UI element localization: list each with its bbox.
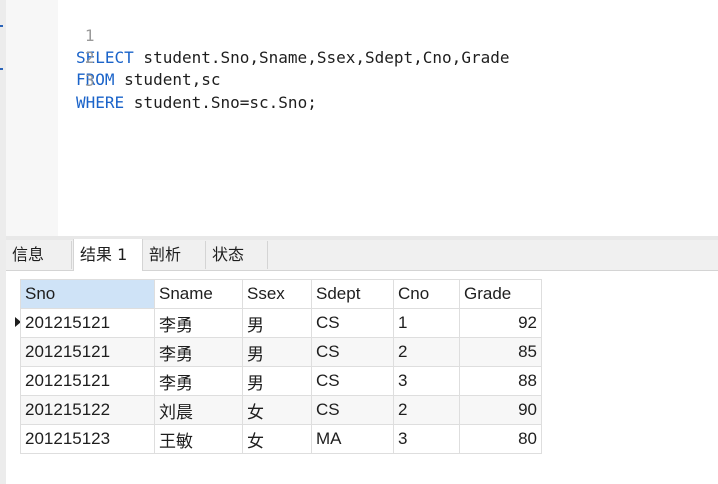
table-row[interactable]: 201215121 李勇 男 CS 1 92 [20, 308, 542, 338]
edge-marker [0, 68, 3, 70]
table-row[interactable]: 201215122 刘晨 女 CS 2 90 [20, 395, 542, 425]
column-header-grade[interactable]: Grade [459, 279, 542, 309]
tab-profile[interactable]: 剖析 [143, 241, 206, 269]
code-text[interactable]: WHERE student.Sno=sc.Sno; [76, 92, 317, 114]
cell-sname[interactable]: 李勇 [154, 366, 243, 396]
column-header-sdept[interactable]: Sdept [311, 279, 394, 309]
cell-sdept[interactable]: CS [311, 337, 394, 367]
cell-sno[interactable]: 201215121 [20, 337, 155, 367]
column-header-sno[interactable]: Sno [20, 279, 155, 309]
code-text[interactable]: FROM student,sc [76, 69, 221, 91]
sql-editor[interactable]: 1 SELECT student.Sno,Sname,Ssex,Sdept,Cn… [6, 0, 718, 236]
cell-sdept[interactable]: CS [311, 366, 394, 396]
cell-sdept[interactable]: CS [311, 395, 394, 425]
cell-sname[interactable]: 王敏 [154, 424, 243, 454]
cell-sdept[interactable]: CS [311, 308, 394, 338]
tab-info[interactable]: 信息 [6, 241, 72, 269]
cell-grade[interactable]: 88 [459, 366, 542, 396]
cell-cno[interactable]: 2 [393, 395, 460, 425]
sql-keyword: WHERE [76, 93, 125, 112]
table-row[interactable]: 201215121 李勇 男 CS 2 85 [20, 337, 542, 367]
tab-status[interactable]: 状态 [206, 241, 268, 269]
cell-sname[interactable]: 李勇 [154, 337, 243, 367]
table-row[interactable]: 201215121 李勇 男 CS 3 88 [20, 366, 542, 396]
code-line[interactable]: 1 SELECT student.Sno,Sname,Ssex,Sdept,Cn… [6, 3, 509, 67]
cell-ssex[interactable]: 女 [242, 395, 312, 425]
column-header-cno[interactable]: Cno [393, 279, 460, 309]
result-tab-bar: 信息 结果 1 剖析 状态 [6, 239, 718, 271]
cell-ssex[interactable]: 男 [242, 308, 312, 338]
cell-cno[interactable]: 3 [393, 366, 460, 396]
cell-sname[interactable]: 刘晨 [154, 395, 243, 425]
cell-sno[interactable]: 201215121 [20, 308, 155, 338]
cell-ssex[interactable]: 女 [242, 424, 312, 454]
cell-cno[interactable]: 2 [393, 337, 460, 367]
cell-cno[interactable]: 3 [393, 424, 460, 454]
cell-ssex[interactable]: 男 [242, 366, 312, 396]
cell-sno[interactable]: 201215123 [20, 424, 155, 454]
tab-result-1[interactable]: 结果 1 [73, 239, 143, 271]
cell-grade[interactable]: 80 [459, 424, 542, 454]
result-grid-panel: Sno Sname Ssex Sdept Cno Grade 201215121… [6, 271, 718, 484]
cell-sno[interactable]: 201215121 [20, 366, 155, 396]
cell-grade[interactable]: 92 [459, 308, 542, 338]
code-line[interactable]: 2 FROM student,sc [6, 25, 221, 89]
cell-sdept[interactable]: MA [311, 424, 394, 454]
sql-text: student,sc [114, 70, 221, 89]
cell-grade[interactable]: 85 [459, 337, 542, 367]
cell-ssex[interactable]: 男 [242, 337, 312, 367]
cell-grade[interactable]: 90 [459, 395, 542, 425]
code-line[interactable]: 3 WHERE student.Sno=sc.Sno; [6, 48, 317, 112]
line-number: 1 [84, 26, 95, 45]
cell-cno[interactable]: 1 [393, 308, 460, 338]
result-grid: Sno Sname Ssex Sdept Cno Grade 201215121… [20, 279, 542, 454]
cell-sno[interactable]: 201215122 [20, 395, 155, 425]
table-row[interactable]: 201215123 王敏 女 MA 3 80 [20, 424, 542, 454]
column-header-sname[interactable]: Sname [154, 279, 243, 309]
sql-text: student.Sno=sc.Sno; [124, 93, 317, 112]
line-number: 3 [84, 71, 95, 90]
cell-sname[interactable]: 李勇 [154, 308, 243, 338]
code-text[interactable]: SELECT student.Sno,Sname,Ssex,Sdept,Cno,… [76, 47, 509, 69]
header-row: Sno Sname Ssex Sdept Cno Grade [20, 279, 542, 309]
column-header-ssex[interactable]: Ssex [242, 279, 312, 309]
edge-marker [0, 25, 3, 27]
line-number: 2 [84, 48, 95, 67]
sql-text: student.Sno,Sname,Ssex,Sdept,Cno,Grade [133, 48, 510, 67]
